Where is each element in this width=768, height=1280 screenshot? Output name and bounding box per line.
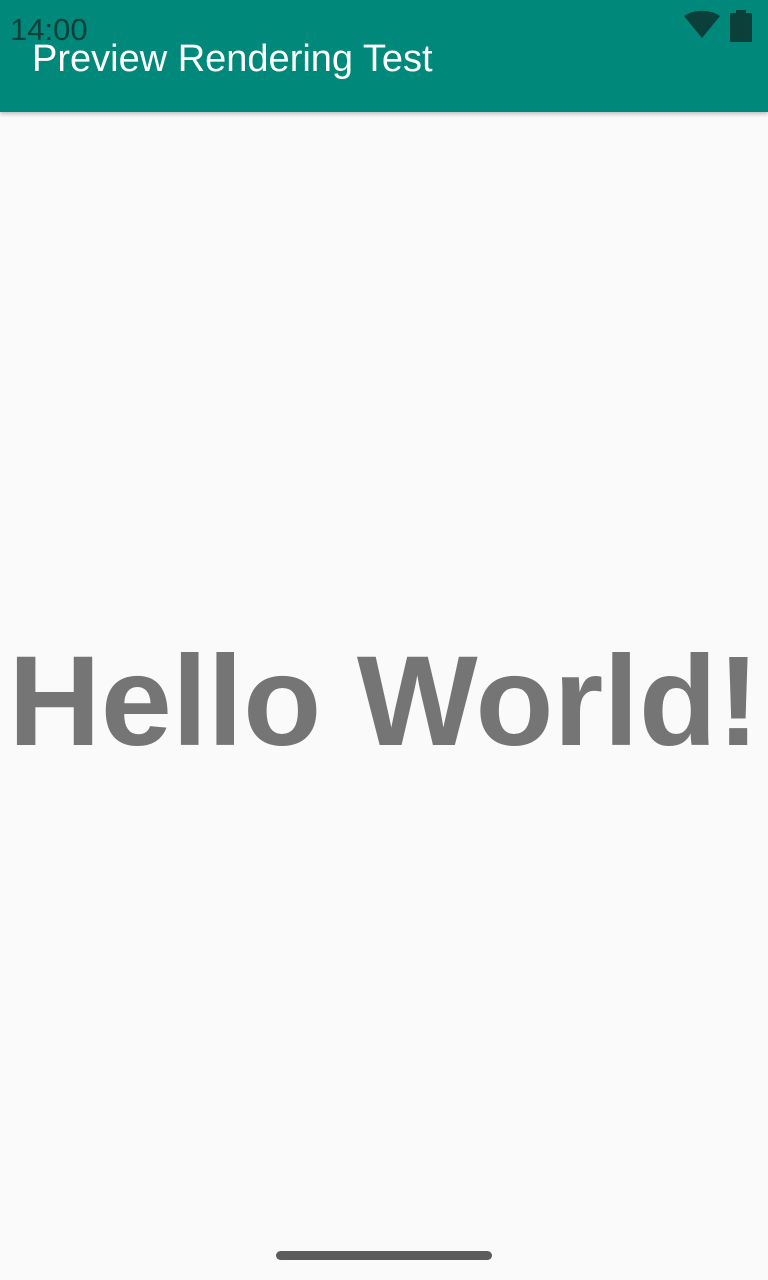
hello-world-text: Hello World! xyxy=(8,630,760,773)
status-bar-icons xyxy=(682,10,752,42)
wifi-icon xyxy=(684,10,720,38)
app-bar: 14:00 Preview Rendering Test xyxy=(0,0,768,112)
battery-icon xyxy=(730,10,752,42)
app-screen: 14:00 Preview Rendering Test Hello World… xyxy=(0,0,768,1280)
app-title: Preview Rendering Test xyxy=(32,38,433,80)
home-indicator[interactable] xyxy=(276,1251,492,1260)
